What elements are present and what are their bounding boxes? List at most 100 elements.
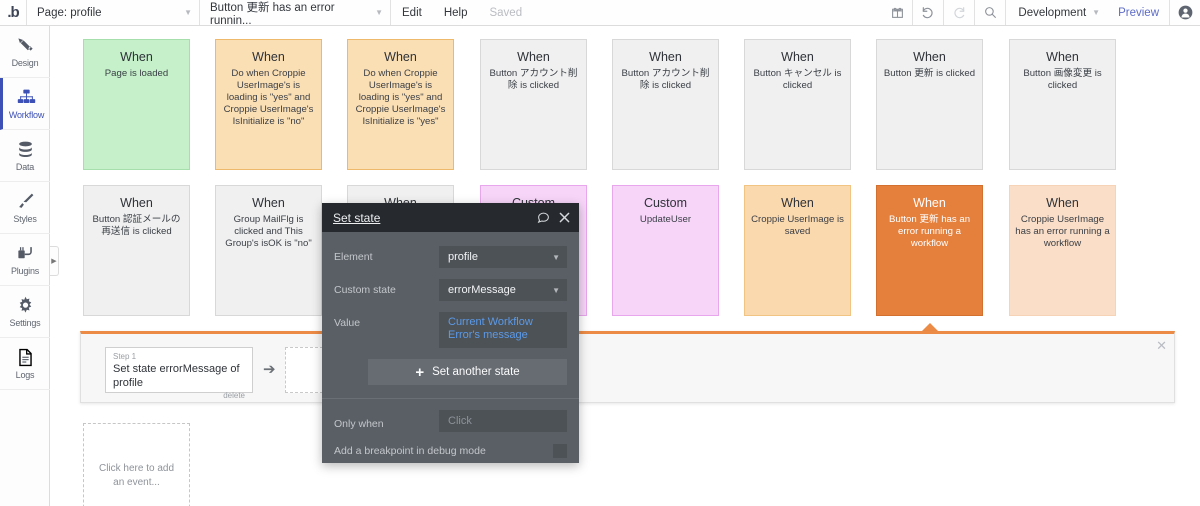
workflow-card[interactable]: When Do when Croppie UserImage's is load…: [215, 39, 322, 170]
breakpoint-checkbox[interactable]: [553, 444, 567, 458]
redo-icon[interactable]: [944, 0, 974, 25]
chevron-down-icon: ▼: [184, 7, 192, 17]
workflow-card[interactable]: When Croppie UserImage has an error runn…: [1009, 185, 1116, 316]
sidebar-label-data: Data: [15, 162, 35, 172]
chevron-down-icon: ▼: [1092, 7, 1101, 17]
save-status: Saved: [489, 6, 523, 19]
workflow-card[interactable]: When Button キャンセル is clicked: [744, 39, 851, 170]
add-event-placeholder[interactable]: Click here to add an event...: [83, 423, 190, 506]
card-title: Custom: [643, 196, 688, 210]
only-when-input[interactable]: Click: [439, 410, 567, 432]
comment-icon[interactable]: [537, 211, 550, 224]
edit-menu[interactable]: Edit: [391, 0, 433, 25]
card-title: When: [913, 50, 946, 64]
workflow-card[interactable]: When Button アカウント削除 is clicked: [480, 39, 587, 170]
element-select[interactable]: profile ▼: [439, 246, 567, 268]
card-description: Button 認証メールの再送信 is clicked: [92, 214, 181, 237]
card-title: When: [120, 50, 153, 64]
step-number: Step 1: [113, 352, 137, 361]
version-selector[interactable]: Development ▼: [1006, 0, 1108, 25]
card-title: When: [781, 50, 814, 64]
workflow-card[interactable]: When Button 画像変更 is clicked: [1009, 39, 1116, 170]
workflow-card[interactable]: When Button 更新 is clicked: [876, 39, 983, 170]
left-sidebar: Design Workflow Data Styles Plugins Sett…: [0, 26, 50, 506]
card-description: Button アカウント削除 is clicked: [621, 68, 710, 91]
page-selector[interactable]: Page: profile ▼: [27, 0, 199, 25]
close-icon[interactable]: ✕: [1156, 339, 1167, 352]
preview-button[interactable]: Preview: [1108, 0, 1169, 25]
user-avatar[interactable]: [1170, 0, 1200, 25]
card-description: Croppie UserImage has an error running a…: [1015, 214, 1110, 249]
search-icon[interactable]: [975, 0, 1005, 25]
sidebar-item-workflow[interactable]: Workflow: [0, 78, 50, 130]
set-another-state-label: Set another state: [432, 366, 520, 378]
step-delete-link[interactable]: delete: [113, 391, 245, 400]
bubble-logo-icon[interactable]: .b: [0, 0, 26, 25]
workflow-card[interactable]: When Group MailFlg is clicked and This G…: [215, 185, 322, 316]
arrow-right-icon: ➔: [263, 361, 276, 378]
version-label: Development: [1018, 6, 1087, 19]
card-title: When: [913, 196, 946, 210]
breakpoint-row: Add a breakpoint in debug mode: [322, 432, 579, 458]
chevron-down-icon: ▼: [552, 285, 560, 295]
only-when-label: Only when: [334, 417, 384, 430]
sidebar-item-plugins[interactable]: Plugins: [0, 234, 50, 286]
workflow-selector[interactable]: Button 更新 has an error runnin... ▼: [200, 0, 390, 27]
value-expression-field[interactable]: Current Workflow Error's message: [439, 312, 567, 348]
card-title: When: [384, 50, 417, 64]
workflow-card[interactable]: When Croppie UserImage is saved: [744, 185, 851, 316]
plus-icon: +: [415, 363, 425, 381]
styles-icon: [16, 191, 35, 211]
sidebar-item-design[interactable]: Design: [0, 26, 50, 78]
card-description: Button アカウント削除 is clicked: [489, 68, 578, 91]
card-title: When: [649, 50, 682, 64]
add-event-label: Click here to add an event...: [98, 462, 175, 488]
workflow-card[interactable]: When Do when Croppie UserImage's is load…: [347, 39, 454, 170]
sidebar-item-styles[interactable]: Styles: [0, 182, 50, 234]
modal-body: Element profile ▼ Custom state errorMess…: [322, 232, 579, 348]
step-title: Set state errorMessage of profile: [113, 363, 240, 389]
card-description: Button キャンセル is clicked: [753, 68, 842, 91]
card-description: Button 更新 has an error running a workflo…: [888, 214, 971, 249]
field-row-custom-state: Custom state errorMessage ▼: [334, 279, 567, 301]
sidebar-item-logs[interactable]: Logs: [0, 338, 50, 390]
sidebar-expand-toggle[interactable]: ▶: [50, 246, 59, 276]
sidebar-item-settings[interactable]: Settings: [0, 286, 50, 338]
top-toolbar: .b Page: profile ▼ Button 更新 has an erro…: [0, 0, 1200, 27]
card-title: When: [1046, 50, 1079, 64]
workflow-card[interactable]: When Button アカウント削除 is clicked: [612, 39, 719, 170]
card-description: Button 更新 is clicked: [883, 68, 976, 79]
workflow-card[interactable]: When Page is loaded: [83, 39, 190, 170]
workflow-card-selected[interactable]: When Button 更新 has an error running a wo…: [876, 185, 983, 316]
close-icon[interactable]: [559, 212, 570, 223]
sidebar-label-workflow: Workflow: [8, 110, 45, 120]
gift-icon[interactable]: [882, 0, 912, 25]
logs-icon: [16, 347, 35, 367]
page-selector-label: Page: profile: [37, 6, 102, 19]
custom-state-select[interactable]: errorMessage ▼: [439, 279, 567, 301]
undo-icon[interactable]: [913, 0, 943, 25]
workflow-card[interactable]: When Button 認証メールの再送信 is clicked: [83, 185, 190, 316]
help-menu[interactable]: Help: [433, 0, 479, 25]
modal-header: Set state: [322, 203, 579, 232]
only-when-row: Only when Click: [322, 399, 579, 432]
workflow-step-1[interactable]: Step 1 Set state errorMessage of profile…: [105, 347, 253, 400]
set-another-state-button[interactable]: + Set another state: [368, 359, 567, 385]
card-description: Croppie UserImage is saved: [751, 214, 844, 237]
field-row-element: Element profile ▼: [334, 246, 567, 268]
sidebar-label-styles: Styles: [13, 214, 37, 224]
data-icon: [16, 139, 35, 159]
set-state-modal: Set state Element profile ▼ Custom state…: [322, 203, 579, 463]
sidebar-label-settings: Settings: [9, 318, 41, 328]
sidebar-item-data[interactable]: Data: [0, 130, 50, 182]
card-title: When: [781, 196, 814, 210]
card-description: UpdateUser: [639, 214, 692, 225]
field-label-custom-state: Custom state: [334, 284, 396, 296]
workflow-card[interactable]: Custom UpdateUser: [612, 185, 719, 316]
workflow-selector-label: Button 更新 has an error runnin...: [210, 1, 335, 27]
workflow-detail-panel: ✕ Step 1 Set state errorMessage of profi…: [80, 331, 1175, 403]
modal-title[interactable]: Set state: [333, 211, 380, 225]
card-description: Do when Croppie UserImage's is loading i…: [355, 68, 446, 127]
field-row-value: Value Current Workflow Error's message: [334, 312, 567, 348]
breakpoint-label: Add a breakpoint in debug mode: [334, 445, 486, 457]
